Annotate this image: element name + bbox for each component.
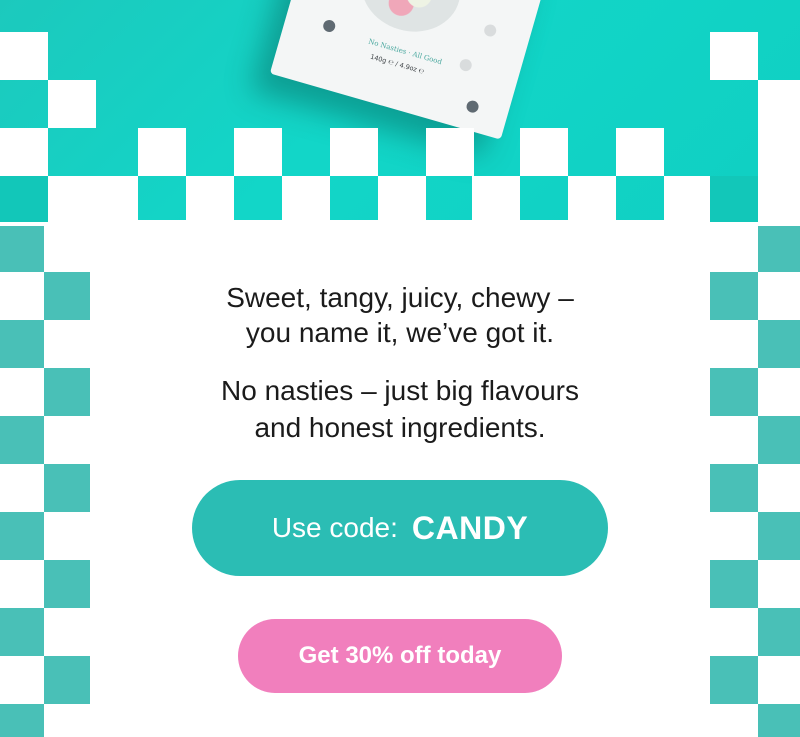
checker-square: [758, 176, 800, 224]
pouch-dot: [321, 18, 337, 34]
promo-code-value: CANDY: [411, 509, 529, 546]
message-line: No nasties – just big flavours: [221, 375, 579, 406]
message-line: you name it, we’ve got it.: [245, 317, 555, 348]
email-banner: No Nasties · All Good 140g ℮ / 4.9oz ℮ S…: [0, 0, 800, 737]
checker-square: [0, 226, 44, 272]
checker-square: [44, 464, 90, 512]
checker-square: [568, 176, 616, 224]
checker-square: [44, 656, 90, 704]
pouch-dot: [465, 99, 480, 115]
message-line: and honest ingredients.: [254, 412, 546, 443]
checker-square: [758, 226, 800, 272]
checker-square: [758, 608, 800, 656]
checker-square: [710, 656, 758, 704]
message-line: Sweet, tangy, juicy, chewy –: [226, 282, 574, 313]
checker-square: [0, 176, 48, 224]
checker-square: [186, 176, 234, 224]
checker-square: [48, 80, 96, 128]
checker-square: [0, 608, 44, 656]
checker-square: [758, 80, 800, 128]
checker-square: [378, 176, 426, 224]
pouch-dot: [482, 23, 498, 38]
checker-square: [0, 512, 44, 560]
checker-square: [282, 176, 330, 224]
promo-code-label: Use code:: [271, 512, 398, 543]
checker-square: [758, 128, 800, 176]
checker-square: [520, 128, 568, 176]
checker-square: [90, 176, 138, 224]
checker-square: [44, 560, 90, 608]
checker-square: [710, 176, 758, 224]
checker-square: [710, 464, 758, 512]
checker-square: [48, 176, 96, 224]
checker-square: [330, 128, 378, 176]
checker-square: [138, 128, 186, 176]
checker-square: [0, 32, 48, 80]
checker-square: [664, 176, 712, 224]
checker-square: [710, 560, 758, 608]
checker-square: [758, 704, 800, 737]
promo-code-badge: Use code: CANDY: [192, 480, 608, 576]
checker-square: [0, 704, 44, 737]
checker-square: [234, 128, 282, 176]
checker-square: [758, 512, 800, 560]
checker-square: [616, 128, 664, 176]
checker-square: [0, 128, 48, 176]
pouch-dot: [458, 57, 474, 73]
checker-square: [710, 32, 758, 80]
checker-square: [426, 128, 474, 176]
get-discount-button[interactable]: Get 30% off today: [238, 619, 562, 693]
candy-pouch: No Nasties · All Good 140g ℮ / 4.9oz ℮: [269, 0, 551, 140]
checker-square: [472, 176, 520, 224]
